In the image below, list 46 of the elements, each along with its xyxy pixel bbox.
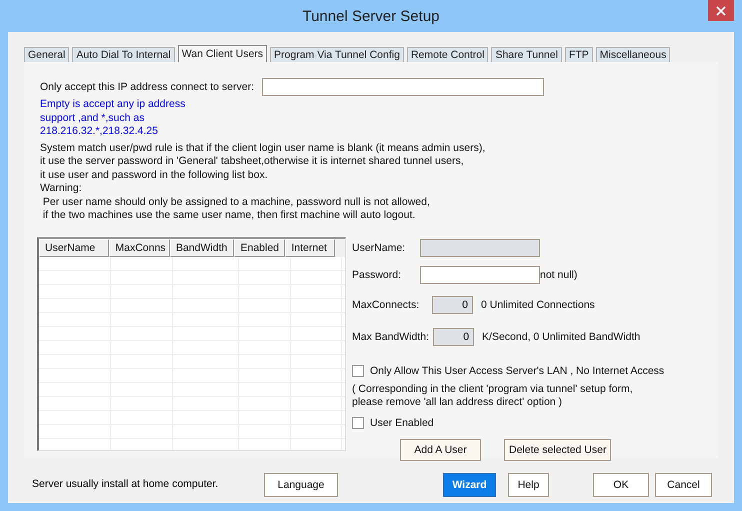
- status-note: Server usually install at home computer.: [32, 478, 220, 490]
- text-field[interactable]: [420, 266, 540, 284]
- number-field[interactable]: 0: [432, 296, 473, 314]
- ip-filter-label: Only accept this IP address connect to server:: [40, 81, 254, 93]
- number-field[interactable]: 0: [433, 328, 474, 346]
- column-header[interactable]: BandWidth: [170, 238, 234, 256]
- field-label: UserName:: [352, 242, 406, 254]
- tab[interactable]: Miscellaneous: [596, 47, 670, 62]
- checkbox-label: Only Allow This User Access Server's LAN , No Internet Access: [370, 364, 664, 376]
- dialog-button[interactable]: OK: [593, 473, 649, 497]
- dialog-button[interactable]: Wizard: [443, 473, 496, 497]
- tab[interactable]: Wan Client Users: [178, 45, 268, 62]
- user-table[interactable]: UserName MaxConns BandWidth Enabled Internet: [37, 236, 346, 450]
- tab[interactable]: Program Via Tunnel Config: [270, 47, 404, 62]
- field-note: 0 Unlimited Connections: [481, 298, 595, 310]
- column-header[interactable]: MaxConns: [109, 238, 170, 256]
- dialog-button[interactable]: Help: [508, 473, 549, 497]
- field-label: Max BandWidth:: [352, 330, 430, 342]
- tab[interactable]: Share Tunnel: [491, 47, 562, 62]
- lan-note-text: ( Corresponding in the client 'program via tunnel' setup form, please remove 'all lan address direct' option ): [352, 382, 634, 410]
- add-user-button[interactable]: Add A User: [400, 438, 481, 460]
- column-header[interactable]: Enabled: [234, 238, 286, 256]
- tab[interactable]: General: [24, 47, 70, 62]
- text-field[interactable]: [420, 238, 540, 256]
- delete-user-button[interactable]: Delete selected User: [504, 438, 612, 460]
- tab[interactable]: Auto Dial To Internal: [72, 47, 175, 62]
- warning-text: Warning: Per user name should only be assigned to a machine, password null is not allowed, if the two machines use the same user name, then first machine will auto logout.: [39, 182, 431, 222]
- tab[interactable]: FTP: [564, 47, 593, 62]
- checkbox-label: User Enabled: [370, 416, 434, 428]
- close-icon: [716, 6, 726, 16]
- tab[interactable]: Remote Control: [406, 47, 488, 62]
- window-title: Tunnel Server Setup: [302, 8, 440, 24]
- field-label: MaxConnects:: [352, 298, 420, 310]
- field-note: K/Second, 0 Unlimited BandWidth: [482, 330, 640, 342]
- field-label: Password:: [352, 268, 402, 280]
- checkbox[interactable]: [352, 364, 364, 376]
- ip-address-field[interactable]: [262, 78, 544, 96]
- dialog-button[interactable]: Cancel: [655, 473, 712, 497]
- column-header[interactable]: UserName: [39, 238, 110, 256]
- checkbox[interactable]: [352, 416, 364, 428]
- dialog-button[interactable]: Language: [264, 473, 338, 497]
- close-button[interactable]: [708, 0, 734, 21]
- rule-description: System match user/pwd rule is that if the client login user name is blank (it means admin users), it use the server password in 'General' tabsheet,otherwise it is internet shared tunnel users, it use user and password in the following list box.: [39, 142, 486, 182]
- column-header[interactable]: Internet: [285, 238, 336, 256]
- field-hint: not null): [540, 268, 578, 280]
- ip-hint-text: Empty is accept any ip address support ,and *,such as 218.216.32.*,218.32.4.25: [39, 98, 186, 138]
